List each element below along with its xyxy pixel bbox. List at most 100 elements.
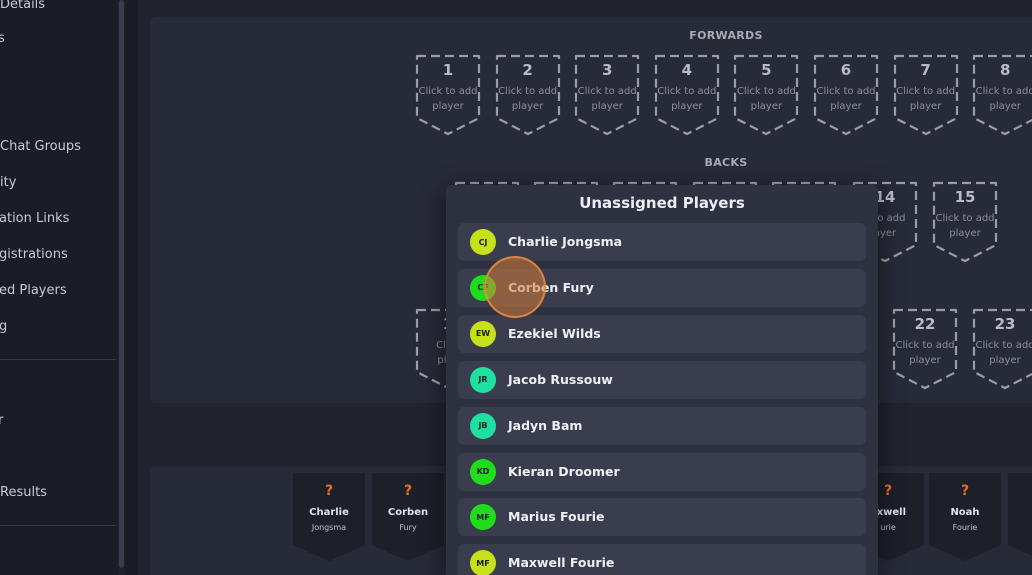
slot-add-line2: player [432, 101, 464, 112]
avatar: KD [470, 458, 496, 485]
forward-slot-7[interactable]: 7 Click to add player [893, 54, 959, 136]
slot-number: 3 [601, 61, 613, 79]
slot-number: 5 [761, 61, 772, 79]
slot-add-label: Click to add player [892, 338, 958, 368]
reserve-slot-22[interactable]: 22 Click to add player [892, 308, 958, 390]
bench-player-first-name: R [1008, 507, 1032, 518]
player-name: Marius Fourie [508, 509, 605, 525]
bench-player-first-name: Charlie [309, 507, 349, 518]
avatar: EW [470, 320, 496, 347]
slot-add-label: Click to add player [932, 211, 998, 241]
slot-add-line1: Click to add [935, 213, 995, 224]
bench-player-first-name: Noah [950, 507, 980, 518]
player-name: Maxwell Fourie [508, 555, 615, 571]
sidebar: Details s Chat Groups ity ation Links gi… [0, 0, 118, 575]
avatar: MF [470, 504, 496, 531]
slot-number: 8 [999, 61, 1011, 79]
forward-slot-5[interactable]: 5 Click to add player [733, 54, 799, 136]
slot-add-line2: player [909, 355, 941, 366]
player-name: Jadyn Bam [508, 417, 583, 433]
avatar: JB [470, 412, 496, 439]
slot-add-label: Click to add player [574, 84, 640, 114]
bench-player-last-name: Jongsma [311, 523, 347, 532]
sidebar-item-chat-groups[interactable]: Chat Groups [0, 139, 81, 154]
sidebar-item-details[interactable]: Details [0, 0, 45, 12]
slot-add-line1: Click to add [736, 86, 796, 97]
slot-add-line2: player [671, 101, 703, 112]
slot-add-label: Click to add player [495, 84, 561, 114]
slot-add-label: Click to add player [972, 338, 1032, 368]
player-list-item[interactable]: EW Ezekiel Wilds [458, 314, 866, 353]
bench-player-card[interactable]: ? Corben Fury [372, 473, 444, 561]
slot-add-line1: Click to add [577, 86, 637, 97]
slot-number: 1 [442, 61, 454, 79]
slot-number: 7 [920, 61, 931, 79]
bench-player-card[interactable]: ? Noah Fourie [929, 473, 1001, 561]
sidebar-item-results[interactable]: Results [0, 485, 47, 500]
slot-add-line2: player [909, 101, 942, 112]
slot-add-line2: player [830, 101, 862, 112]
slot-add-line1: Click to add [418, 86, 478, 97]
modal-title: Unassigned Players [579, 194, 745, 212]
player-name: Kieran Droomer [508, 463, 620, 479]
forward-slot-8[interactable]: 8 Click to add player [972, 54, 1032, 136]
avatar: JR [470, 366, 496, 393]
player-list-item[interactable]: KD Kieran Droomer [458, 452, 866, 491]
sidebar-item-r[interactable]: r [0, 413, 3, 428]
slot-add-line1: Click to add [975, 86, 1032, 97]
slot-number: 23 [994, 315, 1016, 333]
slot-add-line1: Click to add [896, 86, 956, 97]
sidebar-scrollbar-thumb[interactable] [119, 0, 124, 568]
forward-slot-2[interactable]: 2 Click to add player [495, 54, 561, 136]
slot-add-line2: player [750, 101, 783, 112]
sidebar-divider [0, 359, 116, 360]
player-name: Charlie Jongsma [508, 234, 623, 249]
unknown-position-icon: ? [1008, 483, 1032, 499]
forward-slot-4[interactable]: 4 Click to add player [654, 54, 720, 136]
sidebar-item-ation-links[interactable]: ation Links [0, 211, 69, 226]
player-list-item[interactable]: JR Jacob Russouw [458, 360, 866, 399]
unknown-position-icon: ? [403, 483, 413, 499]
unassigned-players-modal: Unassigned Players CJ Charlie Jongsma CF Co… [446, 185, 878, 575]
slot-add-label: Click to add player [813, 84, 879, 114]
slot-add-label: Click to add player [654, 84, 720, 114]
slot-add-line2: player [949, 228, 981, 239]
slot-add-line2: player [989, 355, 1021, 366]
sidebar-item-g[interactable]: g [0, 319, 7, 334]
slot-add-label: Click to add player [733, 84, 799, 114]
slot-add-line1: Click to add [895, 340, 955, 351]
player-list-item[interactable]: MF Marius Fourie [458, 498, 866, 537]
bench-player-last-name: Fourie [952, 523, 978, 532]
back-slot-15[interactable]: 15 Click to add player [932, 181, 998, 263]
slot-number: 4 [681, 61, 693, 79]
slot-add-line1: Click to add [975, 340, 1032, 351]
player-name: Jacob Russouw [508, 371, 613, 387]
sidebar-item-ity[interactable]: ity [0, 175, 16, 190]
slot-add-line1: Click to add [498, 86, 558, 97]
player-name: Ezekiel Wilds [508, 325, 601, 341]
sidebar-item-registrations[interactable]: gistrations [0, 247, 68, 262]
slot-add-line2: player [511, 101, 544, 112]
slot-add-line2: player [591, 101, 623, 112]
player-list-item[interactable]: CF Corben Fury [458, 268, 866, 307]
player-list-item[interactable]: CJ Charlie Jongsma [458, 223, 866, 261]
avatar: MF [470, 550, 496, 575]
forward-slot-3[interactable]: 3 Click to add player [574, 54, 640, 136]
backs-label: BACKS [704, 156, 748, 169]
slot-number: 22 [914, 315, 936, 333]
player-list-item[interactable]: MF Maxwell Fourie [458, 544, 866, 575]
slot-add-label: Click to add player [972, 84, 1032, 114]
forward-slot-1[interactable]: 1 Click to add player [415, 54, 481, 136]
sidebar-item-ed-players[interactable]: ed Players [0, 283, 67, 298]
player-list-item[interactable]: JB Jadyn Bam [458, 406, 866, 445]
sidebar-item-s[interactable]: s [0, 31, 5, 46]
unknown-position-icon: ? [324, 483, 334, 499]
reserve-slot-23[interactable]: 23 Click to add player [972, 308, 1032, 390]
bench-player-card[interactable]: ? Charlie Jongsma [293, 473, 365, 561]
bench-player-last-name: Fury [399, 523, 417, 532]
bench-player-card[interactable]: ?R [1008, 473, 1032, 561]
slot-number: 2 [522, 61, 533, 79]
forward-slot-6[interactable]: 6 Click to add player [813, 54, 879, 136]
slot-add-label: Click to add player [893, 84, 959, 114]
sidebar-divider [0, 525, 116, 526]
